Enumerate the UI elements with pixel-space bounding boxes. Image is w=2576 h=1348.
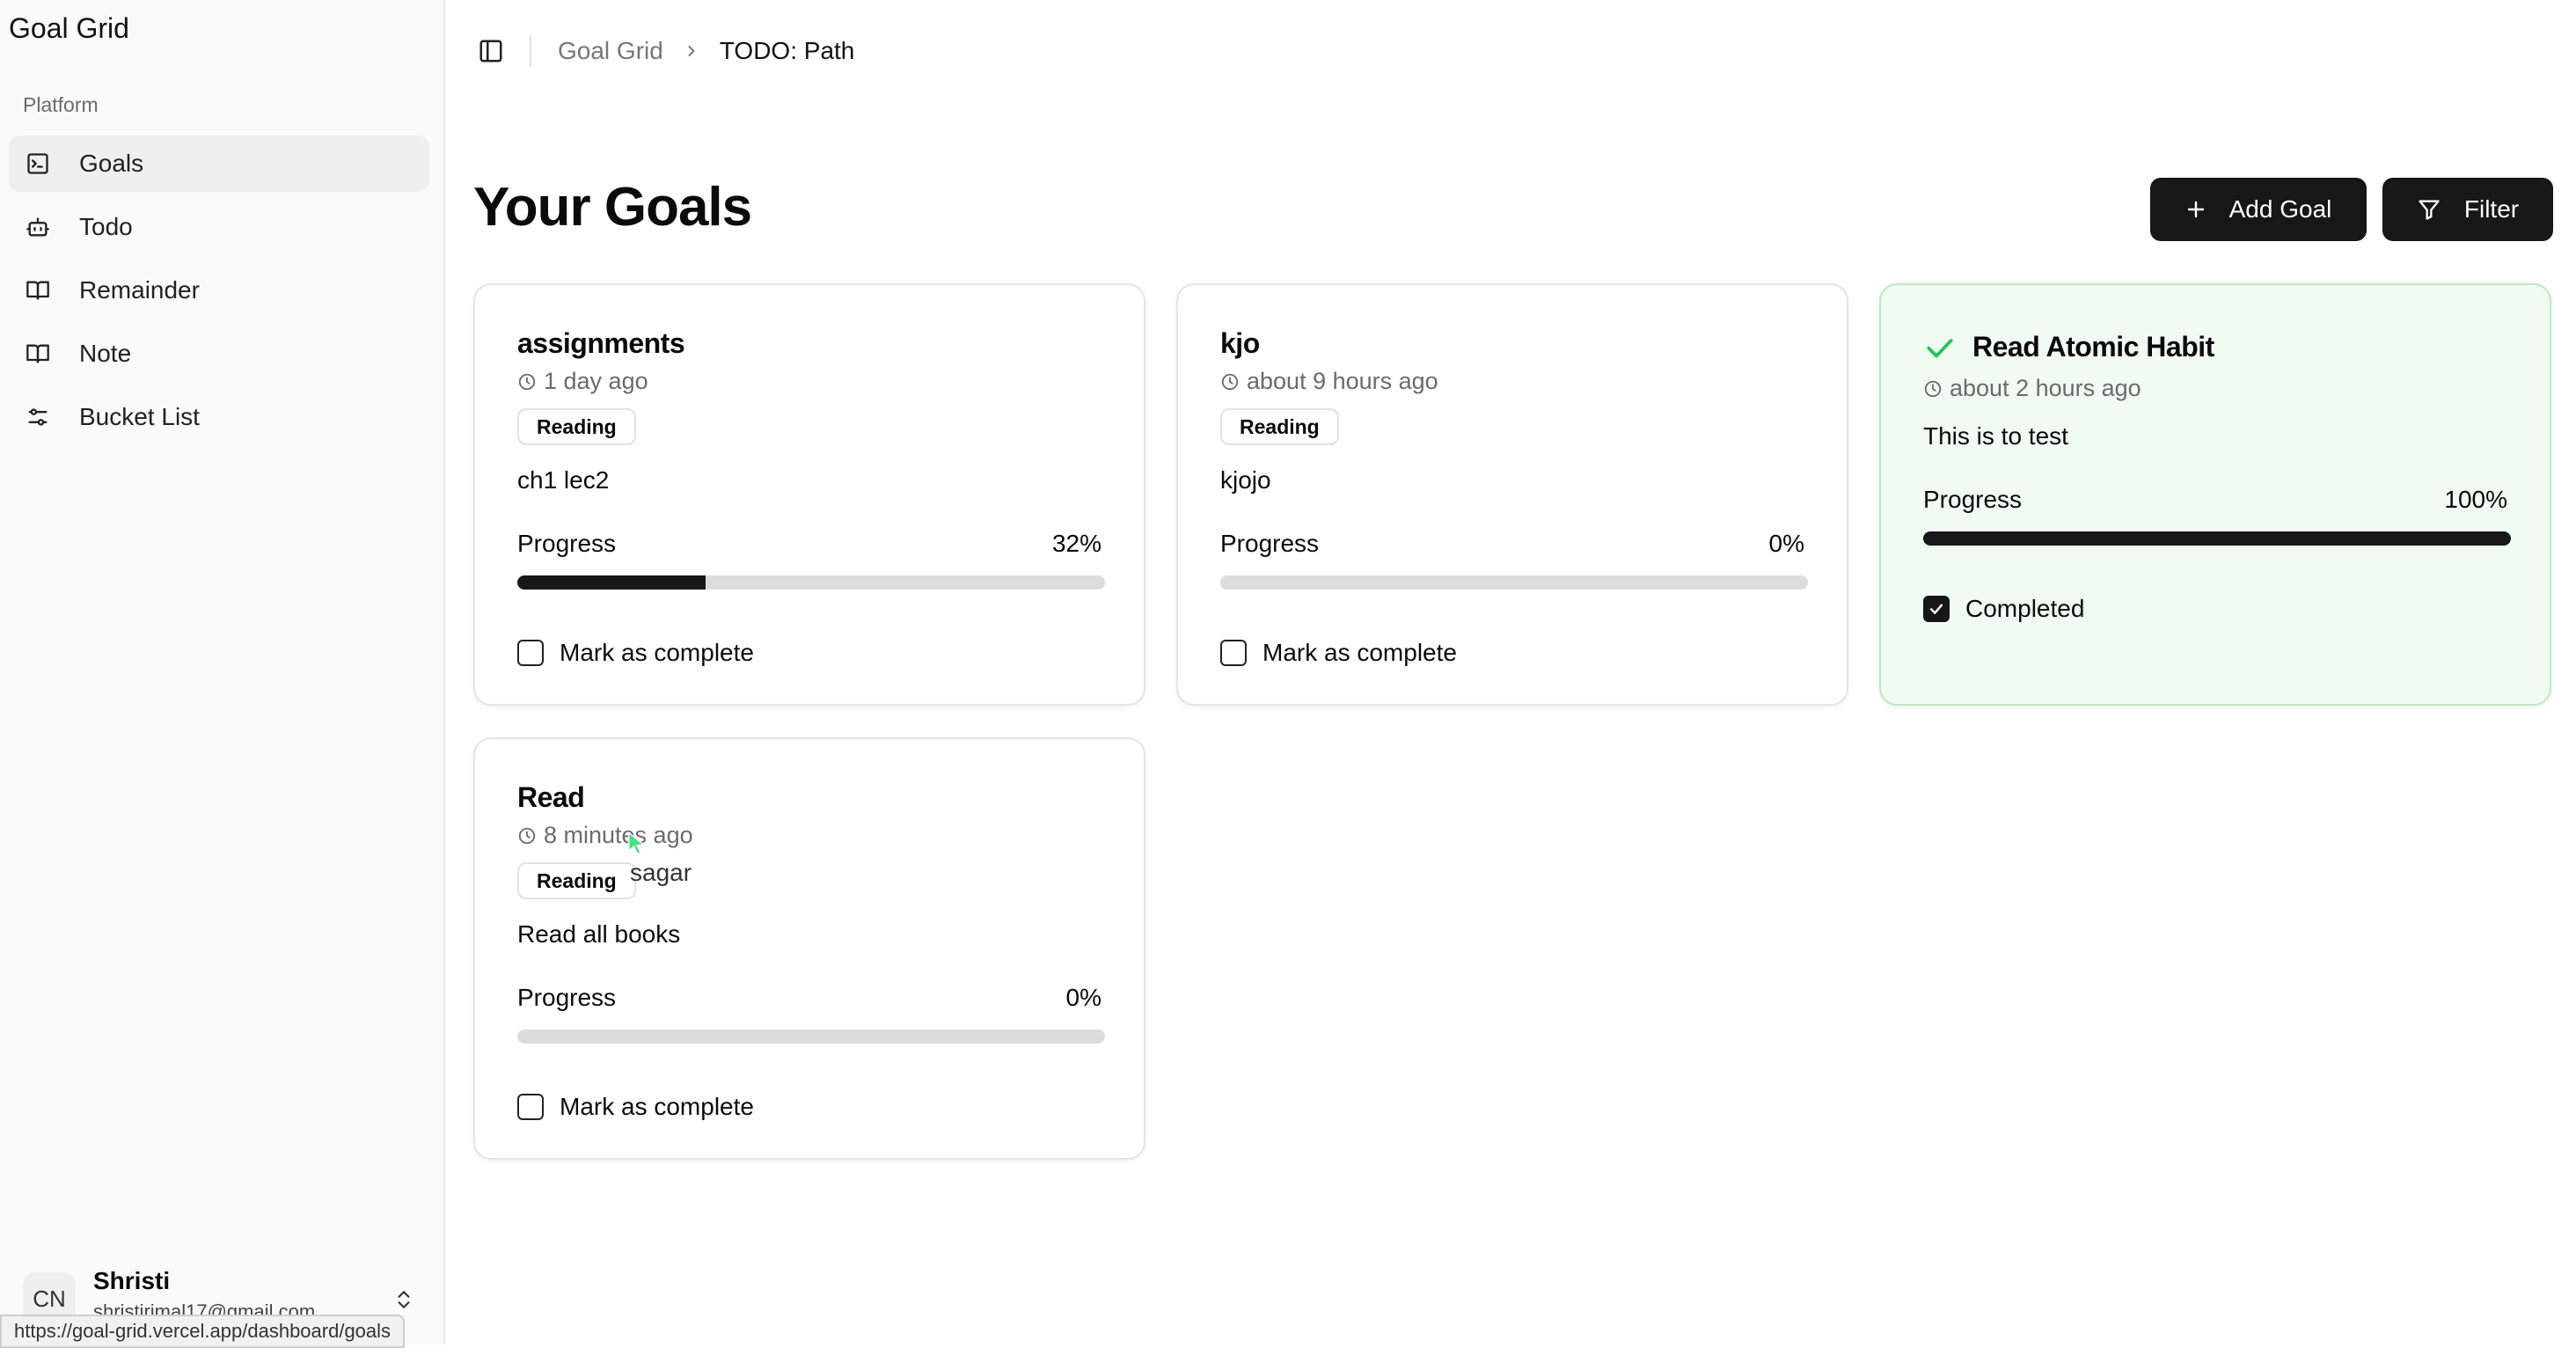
sidebar-item-note[interactable]: Note [9, 326, 429, 382]
progress-bar [517, 575, 1105, 590]
breadcrumb-current: TODO: Path [719, 37, 855, 64]
progress-bar [1220, 575, 1808, 590]
goal-description: ch1 lec2 [517, 466, 610, 494]
sidebar-nav: Goals Todo Remainder Note Bucket List [9, 136, 429, 452]
goal-time-text: 8 minutes ago [544, 822, 693, 848]
sidebar-item-label: Goals [79, 150, 144, 177]
divider [530, 35, 531, 67]
progress-label: Progress [517, 984, 617, 1011]
goal-title: Read [517, 781, 585, 813]
mark-complete-checkbox[interactable]: Mark as complete [517, 1093, 754, 1121]
goal-title: assignments [517, 327, 685, 359]
goal-time: 1 day ago [517, 368, 648, 395]
clock-icon [1220, 372, 1240, 392]
goal-time: about 2 hours ago [1923, 375, 2141, 402]
progress-label: Progress [1923, 486, 2023, 513]
sidebar-item-label: Remainder [79, 276, 200, 304]
progress-percent: 0% [1768, 530, 1804, 557]
filter-icon [2417, 197, 2441, 222]
goal-title: Read Atomic Habit [1972, 331, 2214, 363]
chevrons-up-down-icon[interactable] [389, 1285, 419, 1315]
bot-icon [23, 212, 53, 242]
clock-icon [1923, 379, 1943, 399]
goal-time: about 9 hours ago [1220, 368, 1438, 395]
book-open-icon [23, 339, 53, 369]
sidebar-item-remainder[interactable]: Remainder [9, 262, 429, 319]
clock-icon [517, 826, 537, 846]
mark-complete-checkbox[interactable]: Mark as complete [1220, 639, 1457, 667]
plus-icon [2185, 199, 2206, 220]
progress-bar-fill [517, 575, 706, 590]
terminal-square-icon [23, 149, 53, 179]
user-name: Shristi [93, 1267, 171, 1294]
page-title: Your Goals [473, 177, 752, 238]
check-icon [1929, 604, 1943, 614]
progress-bar-fill [1923, 531, 2511, 546]
goal-tag: Reading [1220, 408, 1339, 445]
cursor-pointer-icon [626, 831, 648, 861]
clock-icon [517, 372, 537, 392]
checkbox[interactable] [1220, 640, 1247, 666]
mark-complete-checkbox[interactable]: Mark as complete [517, 639, 754, 667]
progress-percent: 32% [1051, 530, 1101, 557]
sidebar-item-label: Todo [79, 213, 133, 240]
filter-button[interactable]: Filter [2382, 178, 2553, 241]
goal-tag: Reading [517, 862, 636, 899]
goal-description: kjojo [1220, 466, 1271, 494]
goal-description: Read all books [517, 920, 681, 948]
check-icon [1923, 331, 1957, 369]
sidebar: Goal Grid Platform Goals Todo Remainder … [0, 0, 445, 1344]
checkbox[interactable] [517, 640, 544, 666]
sidebar-item-todo[interactable]: Todo [9, 199, 429, 255]
goal-time-text: 1 day ago [544, 368, 648, 394]
goal-time-text: about 9 hours ago [1247, 368, 1438, 394]
app-title[interactable]: Goal Grid [9, 12, 129, 45]
progress-percent: 0% [1065, 984, 1101, 1011]
checkbox-label: Mark as complete [560, 1093, 754, 1120]
checkbox[interactable] [1923, 596, 1950, 622]
sidebar-group-label: Platform [23, 93, 99, 116]
goal-time-text: about 2 hours ago [1950, 375, 2141, 401]
progress-label: Progress [517, 530, 617, 557]
add-goal-label: Add Goal [2228, 195, 2332, 223]
checkbox-label: Mark as complete [560, 639, 754, 666]
chevron-right-icon [683, 42, 700, 60]
goal-card-completed: Read Atomic Habit about 2 hours ago This… [1879, 283, 2551, 706]
progress-bar [1923, 531, 2511, 546]
checkbox[interactable] [517, 1094, 544, 1120]
filter-label: Filter [2463, 195, 2520, 223]
sidebar-item-goals[interactable]: Goals [9, 136, 429, 192]
top-bar: Goal Grid TODO: Path [472, 30, 854, 72]
sidebar-toggle-icon[interactable] [472, 32, 510, 70]
breadcrumb-root[interactable]: Goal Grid [558, 37, 663, 65]
cursor-label: sagar [630, 859, 692, 886]
goal-description: This is to test [1923, 422, 2068, 450]
goal-title: kjo [1220, 327, 1260, 359]
completed-checkbox[interactable]: Completed [1923, 595, 2084, 623]
add-goal-button[interactable]: Add Goal [2150, 178, 2367, 241]
sidebar-item-bucket-list[interactable]: Bucket List [9, 389, 429, 445]
book-open-icon [23, 275, 53, 305]
goal-card: Read 8 minutes ago Reading Read all book… [473, 737, 1145, 1160]
goal-card: kjo about 9 hours ago Reading kjojo Prog… [1176, 283, 1848, 706]
progress-percent: 100% [2444, 486, 2507, 513]
sliders-icon [23, 402, 53, 432]
checkbox-label: Completed [1965, 595, 2085, 622]
progress-label: Progress [1220, 530, 1320, 557]
sidebar-item-label: Bucket List [79, 403, 200, 430]
goal-time: 8 minutes ago [517, 822, 693, 849]
status-bar-url: https://goal-grid.vercel.app/dashboard/g… [0, 1315, 406, 1348]
sidebar-item-label: Note [79, 340, 132, 367]
checkbox-label: Mark as complete [1262, 639, 1457, 666]
progress-bar [517, 1029, 1105, 1044]
goal-tag: Reading [517, 408, 636, 445]
goal-card: assignments 1 day ago Reading ch1 lec2 P… [473, 283, 1145, 706]
